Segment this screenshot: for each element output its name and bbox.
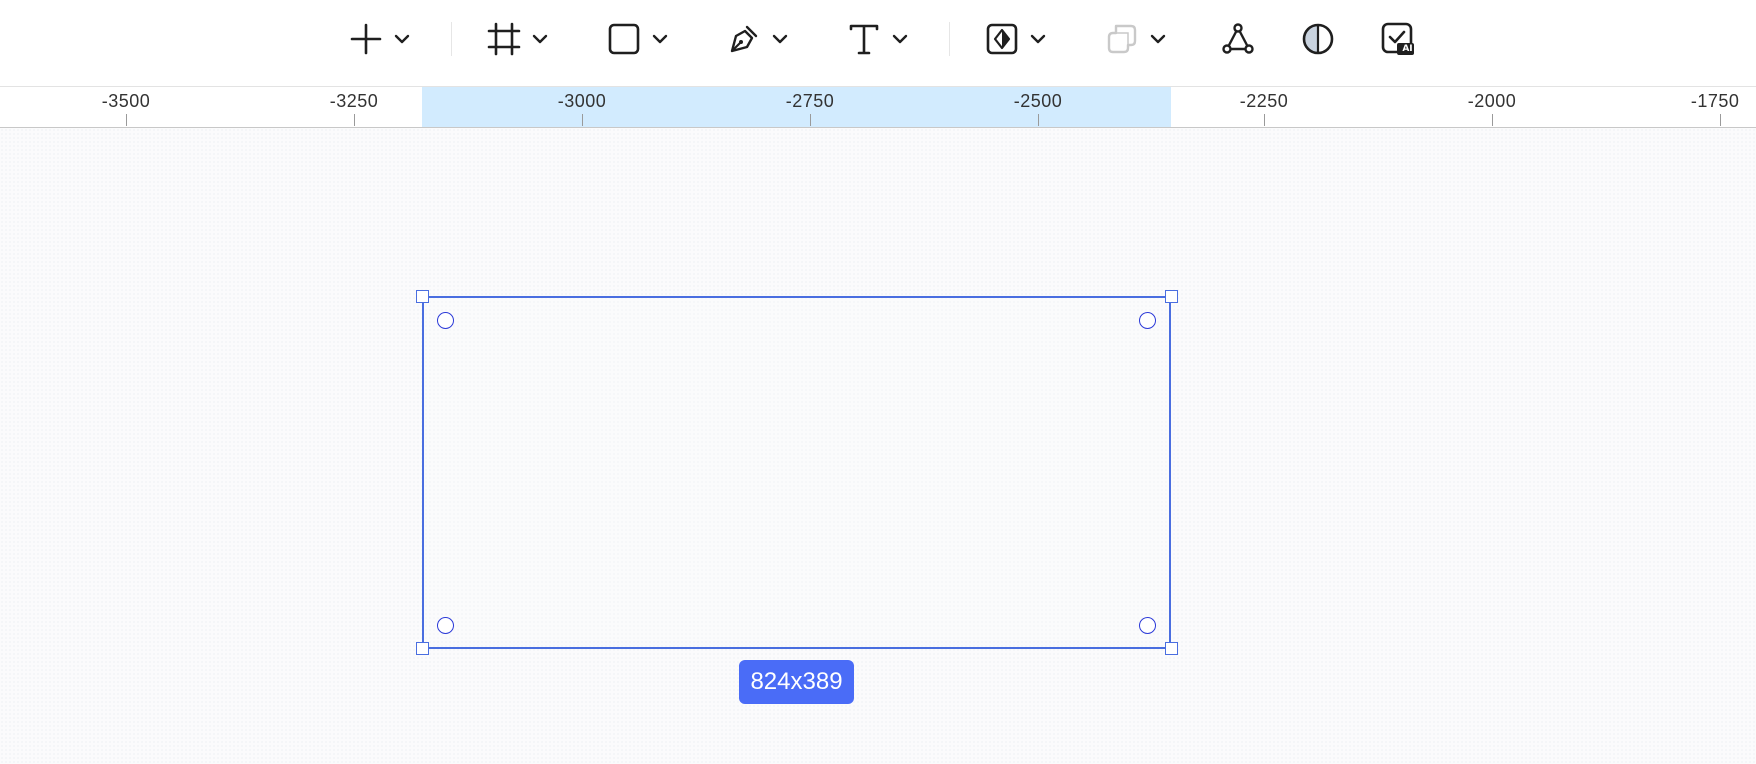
ruler-label: -2250: [1239, 91, 1289, 111]
boolean-icon: [1102, 19, 1142, 59]
resize-handle-top-right[interactable]: [1165, 290, 1178, 303]
ruler-label: -2750: [785, 91, 835, 111]
ai-check-tool[interactable]: AI: [1378, 19, 1418, 59]
text-icon: [844, 19, 884, 59]
vector-network-tool[interactable]: [1218, 19, 1258, 59]
ruler-label: -2000: [1467, 91, 1517, 111]
resize-handle-top-left[interactable]: [416, 290, 429, 303]
chevron-down-icon[interactable]: [888, 27, 912, 51]
add-tool[interactable]: [346, 19, 414, 59]
toolbar: AI: [0, 0, 1756, 87]
vector-network-icon: [1218, 19, 1258, 59]
contrast-icon: [1298, 19, 1338, 59]
ruler-label: -2500: [1013, 91, 1063, 111]
text-tool[interactable]: [844, 19, 912, 59]
pen-icon: [724, 19, 764, 59]
component-icon: [982, 19, 1022, 59]
ai-badge: AI: [1402, 44, 1413, 54]
resize-handle-bottom-right[interactable]: [1165, 642, 1178, 655]
ruler-label: -1750: [1690, 91, 1740, 111]
chevron-down-icon[interactable]: [648, 27, 672, 51]
frame-tool[interactable]: [484, 19, 552, 59]
size-badge: 824x389: [739, 660, 854, 704]
boolean-tool[interactable]: [1102, 19, 1170, 59]
corner-radius-handle-top-right[interactable]: [1139, 312, 1156, 329]
component-tool[interactable]: [982, 19, 1050, 59]
ruler-label: -3500: [101, 91, 151, 111]
chevron-down-icon[interactable]: [528, 27, 552, 51]
chevron-down-icon[interactable]: [1026, 27, 1050, 51]
ai-check-icon: AI: [1378, 19, 1418, 59]
chevron-down-icon[interactable]: [768, 27, 792, 51]
chevron-down-icon[interactable]: [390, 27, 414, 51]
toolbar-separator: [451, 22, 452, 56]
corner-radius-handle-bottom-left[interactable]: [437, 617, 454, 634]
rectangle-tool[interactable]: [604, 19, 672, 59]
selected-rectangle[interactable]: [422, 296, 1171, 649]
contrast-tool[interactable]: [1298, 19, 1338, 59]
corner-radius-handle-top-left[interactable]: [437, 312, 454, 329]
ruler-label: -3250: [329, 91, 379, 111]
pen-tool[interactable]: [724, 19, 792, 59]
corner-radius-handle-bottom-right[interactable]: [1139, 617, 1156, 634]
chevron-down-icon[interactable]: [1146, 27, 1170, 51]
horizontal-ruler: -3500 -3250 -3000 -2750 -2500 -2250 -200…: [0, 87, 1756, 128]
resize-handle-bottom-left[interactable]: [416, 642, 429, 655]
frame-icon: [484, 19, 524, 59]
plus-icon: [346, 19, 386, 59]
toolbar-separator: [949, 22, 950, 56]
rectangle-icon: [604, 19, 644, 59]
ruler-label: -3000: [557, 91, 607, 111]
